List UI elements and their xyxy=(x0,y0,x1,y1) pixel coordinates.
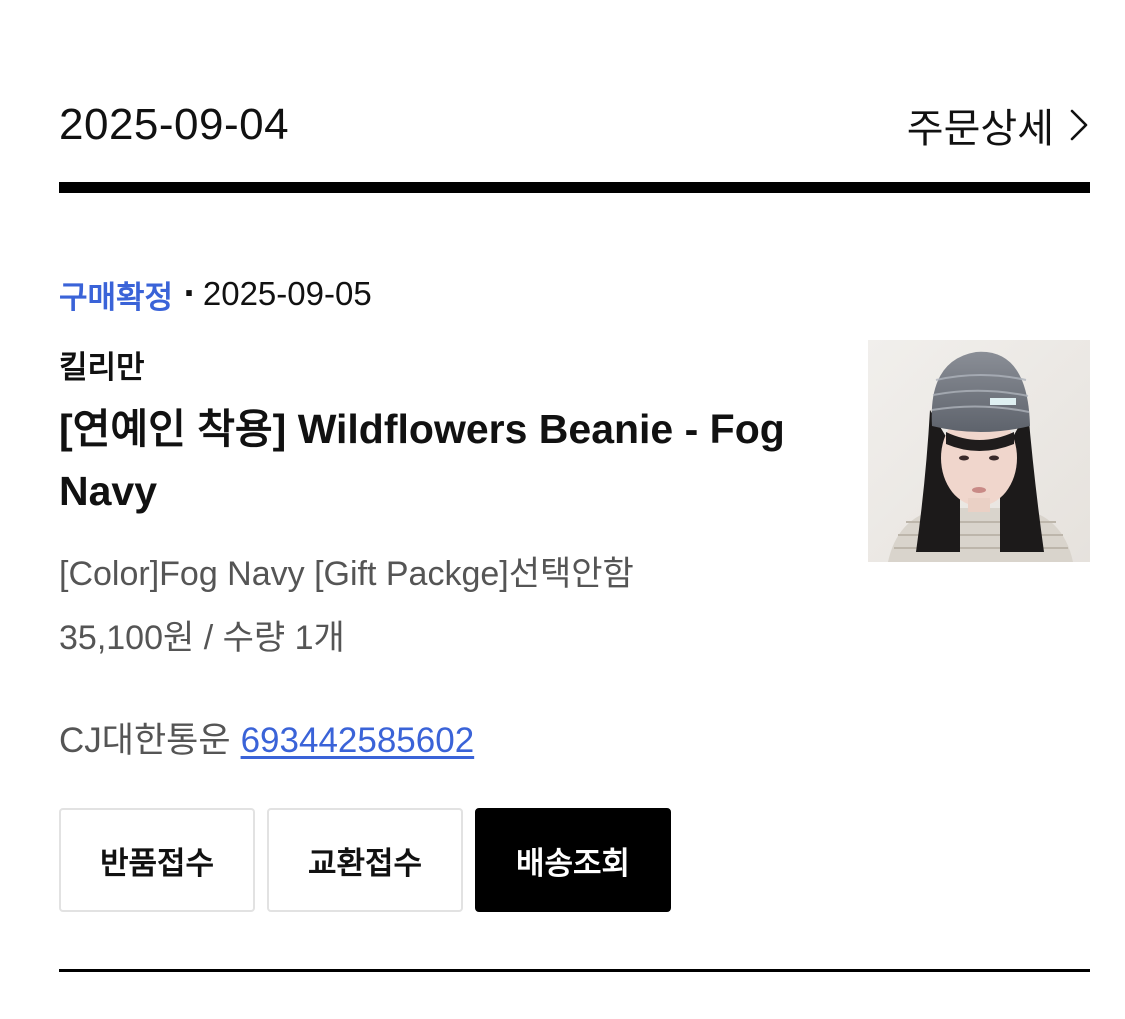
order-date: 2025-09-04 xyxy=(59,100,290,149)
order-card: 2025-09-04 주문상세 구매확정 · 2025-09-05 킬리만 [연… xyxy=(59,0,1090,1019)
brand-name[interactable]: 킬리만 xyxy=(59,342,145,387)
return-request-button[interactable]: 반품접수 xyxy=(59,808,255,912)
order-status: 구매확정 xyxy=(59,279,174,316)
product-thumbnail[interactable] xyxy=(868,340,1090,562)
tracking-number-link[interactable]: 693442585602 xyxy=(241,721,475,760)
status-date: 2025-09-05 xyxy=(202,275,372,312)
courier-name: CJ대한통운 xyxy=(59,721,231,760)
bottom-divider xyxy=(59,969,1090,972)
status-separator: · xyxy=(183,276,195,312)
product-name[interactable]: [연예인 착용] Wildflowers Beanie - Fog Navy xyxy=(59,398,799,522)
shipping-info: CJ대한통운 693442585602 xyxy=(59,712,474,763)
price-quantity: 35,100원 / 수량 1개 xyxy=(59,619,345,657)
chevron-right-icon xyxy=(1070,109,1088,141)
header-divider xyxy=(59,182,1090,193)
order-header: 2025-09-04 주문상세 xyxy=(59,92,1090,158)
action-buttons: 반품접수 교환접수 배송조회 xyxy=(59,808,671,912)
exchange-request-button[interactable]: 교환접수 xyxy=(267,808,463,912)
product-options: [Color]Fog Navy [Gift Packge]선택안함 xyxy=(59,555,634,593)
product-thumbnail-beanie xyxy=(868,340,1090,562)
order-detail-label: 주문상세 xyxy=(906,106,1054,152)
order-status-line: 구매확정 · 2025-09-05 xyxy=(59,272,372,316)
track-delivery-button[interactable]: 배송조회 xyxy=(475,808,671,912)
order-detail-link[interactable]: 주문상세 xyxy=(907,96,1090,154)
